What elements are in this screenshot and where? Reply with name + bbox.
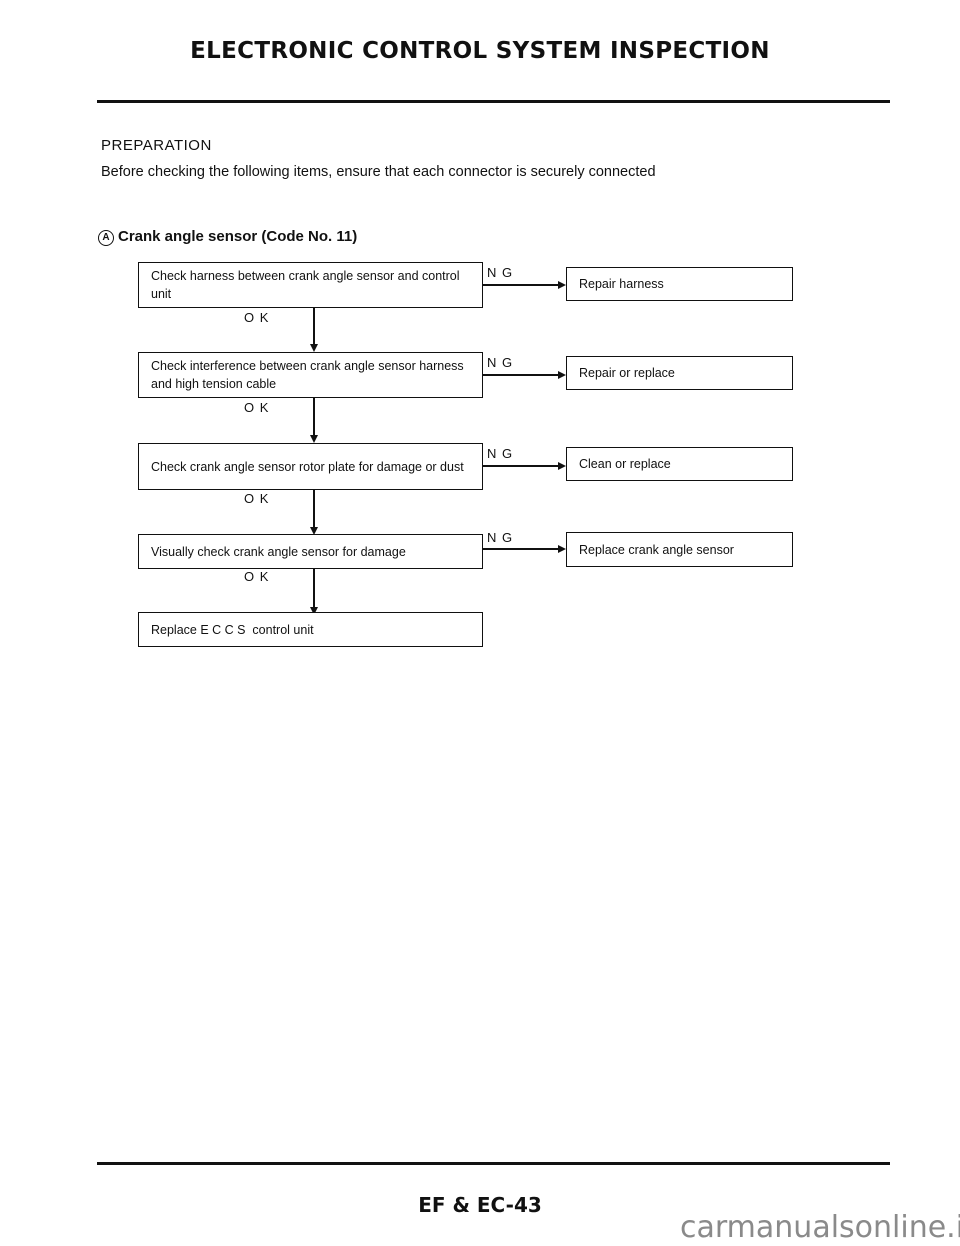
arrow-right-icon xyxy=(558,462,566,470)
ok-connector-4 xyxy=(313,568,315,610)
ng-label-4: N G xyxy=(487,530,514,545)
action-box-1: Repair harness xyxy=(566,267,793,301)
section-title-text: Crank angle sensor (Code No. 11) xyxy=(118,228,358,245)
arrow-right-icon xyxy=(558,281,566,289)
watermark: carmanualsonline.info xyxy=(680,1210,960,1245)
arrow-down-icon xyxy=(310,435,318,443)
ok-label-2: O K xyxy=(244,400,270,415)
arrow-right-icon xyxy=(558,371,566,379)
check-text-1: Check harness between crank angle sensor… xyxy=(151,269,460,301)
ok-label-1: O K xyxy=(244,310,270,325)
check-box-1: Check harness between crank angle sensor… xyxy=(138,262,483,308)
action-text-2: Repair or replace xyxy=(579,366,675,380)
ok-connector-2 xyxy=(313,397,315,438)
ng-connector-1 xyxy=(482,284,564,286)
ok-connector-3 xyxy=(313,489,315,530)
check-text-2: Check interference between crank angle s… xyxy=(151,359,464,391)
check-text-4: Visually check crank angle sensor for da… xyxy=(151,544,406,559)
action-box-2: Repair or replace xyxy=(566,356,793,390)
ng-label-3: N G xyxy=(487,446,514,461)
header-rule xyxy=(97,100,890,103)
ok-label-3: O K xyxy=(244,491,270,506)
action-text-1: Repair harness xyxy=(579,277,664,291)
ng-connector-2 xyxy=(482,374,564,376)
check-box-2: Check interference between crank angle s… xyxy=(138,352,483,398)
check-text-3: Check crank angle sensor rotor plate for… xyxy=(151,459,464,474)
action-text-4: Replace crank angle sensor xyxy=(579,542,734,557)
footer-rule xyxy=(97,1162,890,1165)
ng-label-2: N G xyxy=(487,355,514,370)
final-action-box: Replace E C C S control unit xyxy=(138,612,483,647)
ok-label-4: O K xyxy=(244,569,270,584)
arrow-down-icon xyxy=(310,344,318,352)
final-action-text: Replace E C C S control unit xyxy=(151,622,314,637)
check-box-3: Check crank angle sensor rotor plate for… xyxy=(138,443,483,490)
ng-label-1: N G xyxy=(487,265,514,280)
ng-connector-4 xyxy=(482,548,564,550)
circled-letter-icon: A xyxy=(98,230,114,246)
check-box-4: Visually check crank angle sensor for da… xyxy=(138,534,483,569)
ok-connector-1 xyxy=(313,307,315,347)
page-title: ELECTRONIC CONTROL SYSTEM INSPECTION xyxy=(190,38,770,64)
preparation-text: Before checking the following items, ens… xyxy=(101,164,656,180)
ng-connector-3 xyxy=(482,465,564,467)
section-title: A Crank angle sensor (Code No. 11) xyxy=(98,228,357,246)
preparation-heading: PREPARATION xyxy=(101,137,212,154)
action-box-3: Clean or replace xyxy=(566,447,793,481)
action-text-3: Clean or replace xyxy=(579,457,671,471)
arrow-right-icon xyxy=(558,545,566,553)
action-box-4: Replace crank angle sensor xyxy=(566,532,793,567)
